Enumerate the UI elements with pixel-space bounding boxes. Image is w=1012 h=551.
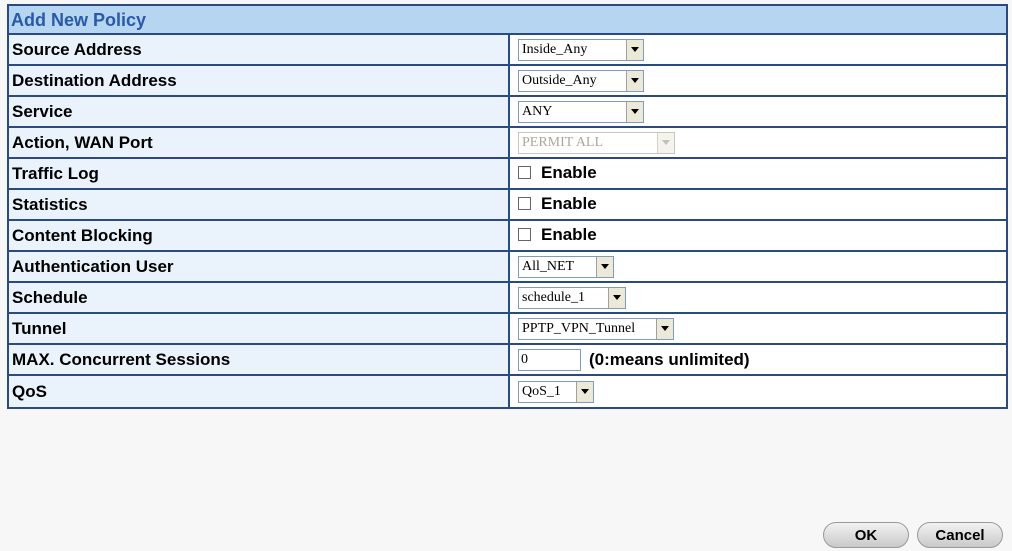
qos-select-value: QoS_1 bbox=[522, 383, 561, 399]
form-row-source-address: Source Address Inside_Any bbox=[9, 35, 1006, 66]
dropdown-arrow-icon[interactable] bbox=[626, 39, 643, 60]
source-address-select[interactable]: Inside_Any bbox=[518, 38, 644, 61]
max-concurrent-sessions-value-cell: 0 (0:means unlimited) bbox=[510, 345, 1006, 376]
form-row-traffic-log: Traffic Log Enable bbox=[9, 159, 1006, 190]
statistics-value-cell: Enable bbox=[510, 190, 1006, 221]
content-blocking-label: Content Blocking bbox=[9, 221, 510, 252]
statistics-label: Statistics bbox=[9, 190, 510, 221]
dropdown-arrow-icon[interactable] bbox=[656, 318, 673, 339]
destination-address-select-value: Outside_Any bbox=[522, 72, 597, 88]
content-blocking-checkbox[interactable] bbox=[518, 228, 531, 242]
form-row-qos: QoS QoS_1 bbox=[9, 376, 1006, 407]
form-row-action-wan-port: Action, WAN Port PERMIT ALL bbox=[9, 128, 1006, 159]
dropdown-arrow-icon bbox=[657, 132, 674, 153]
form-row-max-concurrent-sessions: MAX. Concurrent Sessions 0 (0:means unlimi… bbox=[9, 345, 1006, 376]
destination-address-label: Destination Address bbox=[9, 66, 510, 97]
destination-address-value-cell: Outside_Any bbox=[510, 66, 1006, 97]
tunnel-label: Tunnel bbox=[9, 314, 510, 345]
content-blocking-checkbox-group: Enable bbox=[518, 225, 597, 245]
action-wan-port-select: PERMIT ALL bbox=[518, 131, 675, 154]
traffic-log-checkbox-group: Enable bbox=[518, 163, 597, 183]
form-row-destination-address: Destination Address Outside_Any bbox=[9, 66, 1006, 97]
action-wan-port-select-value: PERMIT ALL bbox=[522, 134, 604, 150]
form-row-service: Service ANY bbox=[9, 97, 1006, 128]
ok-button[interactable]: OK bbox=[823, 522, 909, 548]
action-wan-port-value-cell: PERMIT ALL bbox=[510, 128, 1006, 159]
qos-label: QoS bbox=[9, 376, 510, 407]
schedule-value-cell: schedule_1 bbox=[510, 283, 1006, 314]
chevron-down-icon bbox=[581, 389, 589, 394]
content-blocking-checkbox-label: Enable bbox=[541, 224, 597, 244]
dropdown-arrow-icon[interactable] bbox=[608, 287, 625, 308]
authentication-user-select[interactable]: All_NET bbox=[518, 255, 614, 278]
chevron-down-icon bbox=[661, 326, 669, 331]
chevron-down-icon bbox=[631, 78, 639, 83]
form-row-authentication-user: Authentication User All_NET bbox=[9, 252, 1006, 283]
chevron-down-icon bbox=[662, 140, 670, 145]
tunnel-value-cell: PPTP_VPN_Tunnel bbox=[510, 314, 1006, 345]
policy-form-table: Source Address Inside_Any Destination Addr… bbox=[9, 35, 1006, 407]
schedule-label: Schedule bbox=[9, 283, 510, 314]
chevron-down-icon bbox=[631, 109, 639, 114]
max-concurrent-sessions-hint: (0:means unlimited) bbox=[589, 349, 750, 369]
service-value-cell: ANY bbox=[510, 97, 1006, 128]
cancel-button[interactable]: Cancel bbox=[917, 522, 1003, 548]
schedule-select-value: schedule_1 bbox=[522, 289, 585, 305]
add-policy-panel: Add New Policy Source Address Inside_Any D… bbox=[7, 4, 1008, 409]
form-row-schedule: Schedule schedule_1 bbox=[9, 283, 1006, 314]
traffic-log-label: Traffic Log bbox=[9, 159, 510, 190]
max-concurrent-sessions-label: MAX. Concurrent Sessions bbox=[9, 345, 510, 376]
statistics-checkbox[interactable] bbox=[518, 197, 531, 211]
dropdown-arrow-icon[interactable] bbox=[596, 256, 613, 277]
button-bar: OK Cancel bbox=[823, 522, 1003, 548]
authentication-user-label: Authentication User bbox=[9, 252, 510, 283]
qos-select[interactable]: QoS_1 bbox=[518, 380, 594, 403]
dropdown-arrow-icon[interactable] bbox=[626, 101, 643, 122]
form-row-statistics: Statistics Enable bbox=[9, 190, 1006, 221]
max-concurrent-sessions-input[interactable]: 0 bbox=[518, 348, 581, 371]
form-row-content-blocking: Content Blocking Enable bbox=[9, 221, 1006, 252]
traffic-log-checkbox[interactable] bbox=[518, 166, 531, 180]
source-address-label: Source Address bbox=[9, 35, 510, 66]
dropdown-arrow-icon[interactable] bbox=[626, 70, 643, 91]
statistics-checkbox-label: Enable bbox=[541, 193, 597, 213]
chevron-down-icon bbox=[601, 264, 609, 269]
action-wan-port-label: Action, WAN Port bbox=[9, 128, 510, 159]
schedule-select[interactable]: schedule_1 bbox=[518, 286, 626, 309]
authentication-user-value-cell: All_NET bbox=[510, 252, 1006, 283]
chevron-down-icon bbox=[613, 295, 621, 300]
service-select-value: ANY bbox=[522, 103, 553, 119]
dropdown-arrow-icon[interactable] bbox=[576, 381, 593, 402]
authentication-user-select-value: All_NET bbox=[522, 258, 575, 274]
source-address-select-value: Inside_Any bbox=[522, 41, 588, 57]
statistics-checkbox-group: Enable bbox=[518, 194, 597, 214]
tunnel-select-value: PPTP_VPN_Tunnel bbox=[522, 320, 636, 336]
destination-address-select[interactable]: Outside_Any bbox=[518, 69, 644, 92]
traffic-log-checkbox-label: Enable bbox=[541, 162, 597, 182]
chevron-down-icon bbox=[631, 47, 639, 52]
panel-title: Add New Policy bbox=[9, 6, 1006, 35]
traffic-log-value-cell: Enable bbox=[510, 159, 1006, 190]
tunnel-select[interactable]: PPTP_VPN_Tunnel bbox=[518, 317, 674, 340]
service-label: Service bbox=[9, 97, 510, 128]
content-blocking-value-cell: Enable bbox=[510, 221, 1006, 252]
service-select[interactable]: ANY bbox=[518, 100, 644, 123]
qos-value-cell: QoS_1 bbox=[510, 376, 1006, 407]
form-row-tunnel: Tunnel PPTP_VPN_Tunnel bbox=[9, 314, 1006, 345]
source-address-value-cell: Inside_Any bbox=[510, 35, 1006, 66]
